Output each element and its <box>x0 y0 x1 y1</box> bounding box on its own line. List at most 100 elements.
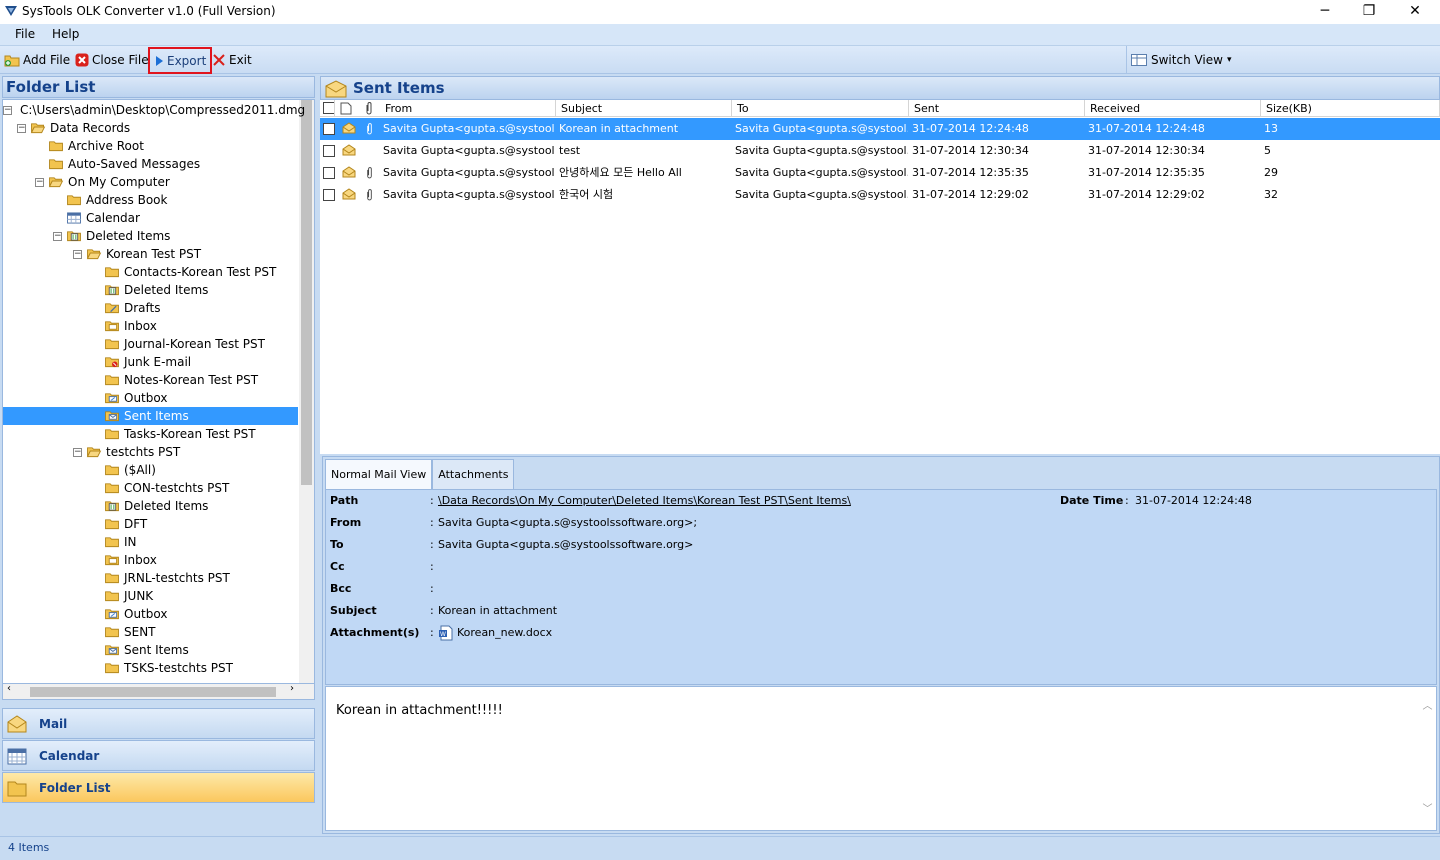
tree-node[interactable]: JUNK <box>3 587 298 605</box>
tree-node-label: Auto-Saved Messages <box>68 157 201 171</box>
tree-node[interactable]: − Data Records <box>3 119 298 137</box>
tree-node[interactable]: Calendar <box>3 209 298 227</box>
tab-attachments[interactable]: Attachments <box>432 459 515 489</box>
tree-node[interactable]: Drafts <box>3 299 298 317</box>
outbox-icon <box>105 609 119 620</box>
tree-node[interactable]: ($All) <box>3 461 298 479</box>
tree-node[interactable]: Deleted Items <box>3 281 298 299</box>
close-file-button[interactable]: Close File <box>73 50 151 70</box>
row-checkbox[interactable] <box>323 145 335 157</box>
tree-node[interactable]: Junk E-mail <box>3 353 298 371</box>
tree-node[interactable]: Journal-Korean Test PST <box>3 335 298 353</box>
close-window-button[interactable]: ✕ <box>1392 0 1438 24</box>
tree-node[interactable]: − testchts PST <box>3 443 298 461</box>
folder-tree[interactable]: − C:\Users\admin\Desktop\Compressed2011.d… <box>2 99 315 685</box>
tree-node[interactable]: Tasks-Korean Test PST <box>3 425 298 443</box>
tree-node-label: Journal-Korean Test PST <box>124 337 265 351</box>
scrollbar-thumb[interactable] <box>30 687 276 697</box>
tree-node[interactable]: SENT <box>3 623 298 641</box>
tree-node[interactable]: − Deleted Items <box>3 227 298 245</box>
nav-calendar-label: Calendar <box>39 748 100 763</box>
tree-node[interactable]: Inbox <box>3 317 298 335</box>
folder-icon <box>105 573 119 584</box>
tree-node[interactable]: Contacts-Korean Test PST <box>3 263 298 281</box>
message-row[interactable]: Savita Gupta<gupta.s@systool... Korean in… <box>320 118 1440 140</box>
tree-node[interactable]: Notes-Korean Test PST <box>3 371 298 389</box>
tree-node[interactable]: − C:\Users\admin\Desktop\Compressed2011.d… <box>3 101 305 119</box>
switch-view-button[interactable]: Switch View ▾ <box>1126 46 1440 74</box>
menu-help[interactable]: Help <box>52 27 79 41</box>
tree-node[interactable]: − Korean Test PST <box>3 245 298 263</box>
message-list-header: Sent Items <box>320 76 1440 100</box>
tree-node[interactable]: Outbox <box>3 389 298 407</box>
collapse-toggle-icon[interactable]: − <box>53 231 62 241</box>
colon: : <box>430 538 434 551</box>
row-checkbox[interactable] <box>323 167 335 179</box>
col-subject-cell: test <box>559 144 581 157</box>
to-row: To : Savita Gupta<gupta.s@systoolssoftwa… <box>330 536 1430 554</box>
tree-node[interactable]: Address Book <box>3 191 298 209</box>
tree-node[interactable]: DFT <box>3 515 298 533</box>
message-row[interactable]: Savita Gupta<gupta.s@systool... test Savit… <box>320 140 1440 162</box>
collapse-toggle-icon[interactable]: − <box>17 123 26 133</box>
collapse-toggle-icon[interactable]: − <box>35 177 44 187</box>
scroll-up-icon[interactable]: ︿ <box>1419 697 1436 712</box>
title-bar: SysTools OLK Converter v1.0 (Full Versio… <box>0 0 1440 24</box>
export-button[interactable]: Export <box>148 47 213 74</box>
tree-node[interactable]: Sent Items <box>3 641 298 659</box>
add-file-label: Add File <box>23 53 71 67</box>
nav-mail-button[interactable]: Mail <box>2 708 315 739</box>
col-sent-header[interactable]: Sent <box>909 100 1085 117</box>
folder-icon <box>49 141 63 152</box>
scroll-down-icon[interactable]: ﹀ <box>1419 800 1436 815</box>
tab-normal-mail-view[interactable]: Normal Mail View <box>325 459 433 489</box>
tree-node[interactable]: Deleted Items <box>3 497 298 515</box>
col-received-header[interactable]: Received <box>1085 100 1261 117</box>
scrollbar-thumb[interactable] <box>301 100 312 485</box>
tree-node[interactable]: TSKS-testchts PST <box>3 659 298 677</box>
nav-folder-list-button[interactable]: Folder List <box>2 772 315 803</box>
col-to-header[interactable]: To <box>732 100 909 117</box>
collapse-toggle-icon[interactable]: − <box>73 447 82 457</box>
tree-node[interactable]: Outbox <box>3 605 298 623</box>
col-subject-header[interactable]: Subject <box>556 100 732 117</box>
minimize-button[interactable]: ─ <box>1302 0 1348 24</box>
tree-node[interactable]: − On My Computer <box>3 173 298 191</box>
col-from-header[interactable]: From <box>380 100 556 117</box>
menu-file[interactable]: File <box>15 27 35 41</box>
row-checkbox[interactable] <box>323 123 335 135</box>
tree-node[interactable]: JRNL-testchts PST <box>3 569 298 587</box>
mail-body-scrollbar[interactable]: ︿ ﹀ <box>1419 687 1436 830</box>
from-value: Savita Gupta<gupta.s@systoolssoftware.or… <box>438 516 698 529</box>
tree-node[interactable]: Sent Items <box>3 407 298 425</box>
col-size-cell: 29 <box>1264 166 1278 179</box>
tree-node[interactable]: Auto-Saved Messages <box>3 155 298 173</box>
col-to-cell: Savita Gupta<gupta.s@systool... <box>735 166 908 179</box>
nav-calendar-button[interactable]: Calendar <box>2 740 315 771</box>
tree-node[interactable]: Inbox <box>3 551 298 569</box>
attachments-row: Attachment(s) : W Korean_new.docx <box>330 624 1430 642</box>
subject-label: Subject <box>330 604 377 617</box>
message-row[interactable]: Savita Gupta<gupta.s@systool... 안녕하세요 모든 … <box>320 162 1440 184</box>
tree-horizontal-scrollbar[interactable]: ‹ › <box>2 683 315 700</box>
scroll-right-icon[interactable]: › <box>290 683 294 694</box>
row-checkbox[interactable] <box>323 189 335 201</box>
mail-body[interactable]: Korean in attachment!!!!! ︿ ﹀ <box>325 686 1437 831</box>
exit-button[interactable]: Exit <box>210 50 254 70</box>
message-row[interactable]: Savita Gupta<gupta.s@systool... 한국어 시험 Sav… <box>320 184 1440 206</box>
collapse-toggle-icon[interactable]: − <box>3 105 12 115</box>
col-size-header[interactable]: Size(KB) <box>1261 100 1440 117</box>
maximize-button[interactable]: ❐ <box>1346 0 1392 24</box>
col-from-cell: Savita Gupta<gupta.s@systool... <box>383 188 555 201</box>
scroll-left-icon[interactable]: ‹ <box>7 683 11 694</box>
attachment-item[interactable]: W Korean_new.docx <box>438 624 552 642</box>
to-label: To <box>330 538 344 551</box>
tree-vertical-scrollbar[interactable] <box>299 100 314 684</box>
tree-node[interactable]: Archive Root <box>3 137 298 155</box>
tree-node[interactable]: CON-testchts PST <box>3 479 298 497</box>
add-file-button[interactable]: Add File <box>2 50 72 70</box>
tree-node[interactable]: IN <box>3 533 298 551</box>
collapse-toggle-icon[interactable]: − <box>73 249 82 259</box>
path-link[interactable]: \Data Records\On My Computer\Deleted Ite… <box>438 492 851 510</box>
mail-body-text: Korean in attachment!!!!! <box>336 703 503 718</box>
